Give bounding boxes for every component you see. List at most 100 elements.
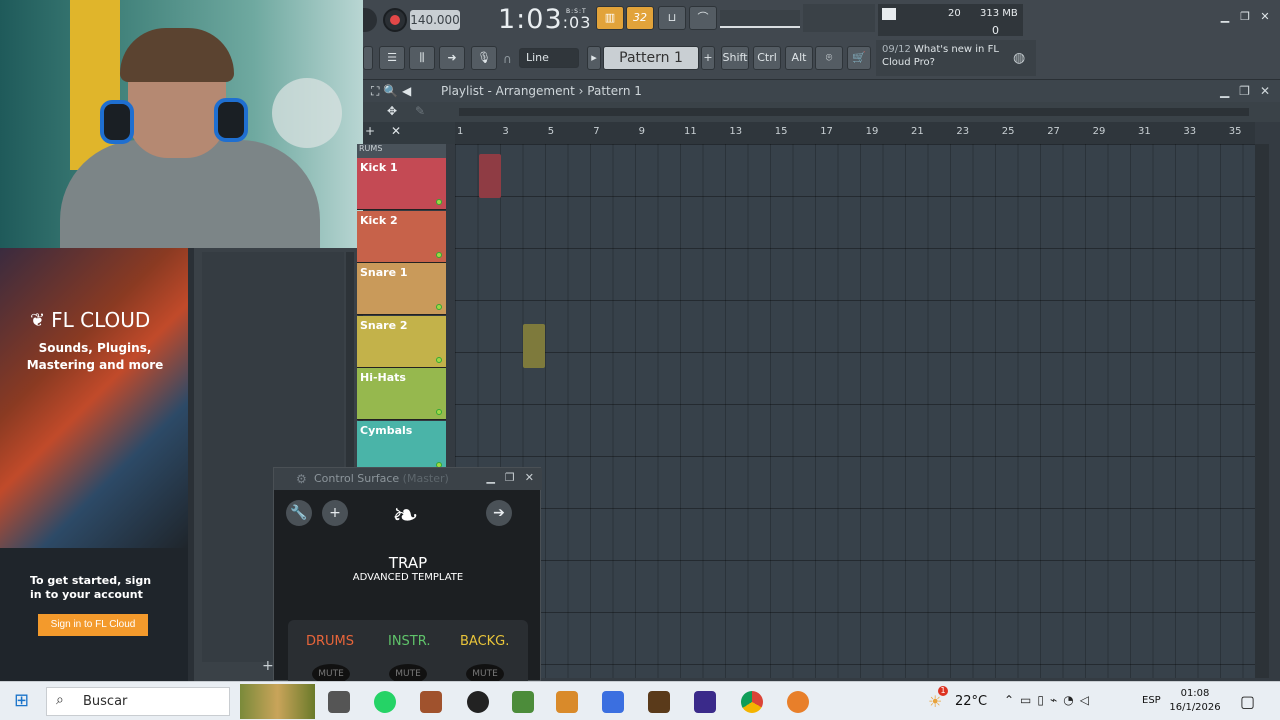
pattern-add-button[interactable]: +: [701, 46, 715, 70]
microphone-icon[interactable]: 🎙: [471, 46, 497, 70]
windows-start-icon[interactable]: ⊞: [14, 690, 29, 711]
pattern-picker-icon[interactable]: [363, 46, 373, 70]
temperature: 22°C: [955, 694, 988, 709]
sign-in-button[interactable]: Sign in to FL Cloud: [38, 614, 148, 636]
plugin-picker-icon[interactable]: ⌾: [815, 46, 843, 70]
countdown-icon[interactable]: ⌒: [689, 6, 717, 30]
ruler-tick: 29: [1092, 126, 1106, 137]
globe-icon[interactable]: ◍: [1013, 50, 1025, 66]
ruler-tick: 31: [1138, 126, 1151, 137]
cs-restore-icon[interactable]: ❐: [505, 471, 515, 484]
clock-date: 16/1/2026: [1169, 702, 1221, 713]
whatsapp-icon[interactable]: [374, 691, 396, 713]
media-icon[interactable]: [694, 691, 716, 713]
step-count-button[interactable]: 32: [626, 6, 654, 30]
ruler-tick: 35: [1228, 126, 1242, 137]
ruler-tick: 11: [684, 126, 697, 137]
track-header[interactable]: Cymbals: [357, 420, 446, 473]
delete-track-icon[interactable]: ✕: [391, 124, 401, 138]
track-led-icon[interactable]: [436, 251, 442, 258]
master-volume-slider[interactable]: [720, 10, 800, 28]
add-track-icon[interactable]: +: [365, 124, 375, 138]
view-icons[interactable]: ⛶ 🔍 ◀︎: [371, 80, 411, 102]
track-header[interactable]: Kick 2: [357, 210, 446, 263]
shift-key-button[interactable]: Shift: [721, 46, 749, 70]
clock-time: 01:08: [1180, 688, 1210, 699]
pattern-select[interactable]: Pattern 1: [603, 46, 699, 70]
alt-key-button[interactable]: Alt: [785, 46, 813, 70]
magnet-icon[interactable]: ∩: [503, 52, 512, 66]
notification-icon[interactable]: ▢: [1240, 692, 1255, 711]
arrow-out-icon[interactable]: ➔: [486, 500, 512, 526]
tempo-display[interactable]: 140.000: [410, 10, 460, 30]
gear-icon[interactable]: ⚙: [296, 472, 307, 486]
arrow-icon[interactable]: ➜: [439, 46, 465, 70]
metronome-button[interactable]: ▥: [596, 6, 624, 30]
track-led-icon[interactable]: [436, 409, 442, 415]
master-pitch-slider[interactable]: [803, 4, 875, 32]
track-header[interactable]: Snare 1: [357, 263, 446, 315]
language[interactable]: ESP: [1142, 695, 1161, 706]
app-blue-icon[interactable]: [602, 691, 624, 713]
playlist-restore-icon[interactable]: ❐: [1239, 80, 1250, 102]
track-header[interactable]: Kick 1: [357, 158, 446, 210]
background-fan: [272, 78, 342, 148]
person-hair: [120, 28, 234, 82]
channel-rack-icon[interactable]: ☰: [379, 46, 405, 70]
snap-select[interactable]: Line: [519, 48, 579, 68]
tool-paint-icon[interactable]: ✎: [415, 104, 425, 118]
pattern-clip[interactable]: [479, 154, 501, 198]
minimize-icon[interactable]: ▁: [1218, 10, 1232, 24]
fl-cloud-panel: ❦ FL CLOUD Sounds, Plugins, Mastering an…: [0, 248, 188, 681]
playlist-close-icon[interactable]: ✕: [1260, 80, 1270, 102]
app-icon[interactable]: [420, 691, 442, 713]
restore-icon[interactable]: ❐: [1238, 10, 1252, 24]
game-icon[interactable]: [556, 691, 578, 713]
wrench-icon[interactable]: 🔧: [286, 500, 312, 526]
timeline-ruler[interactable]: 1 3 5 7 9 11 13 15 17 19 21 23 25 27 29 31 33 35: [455, 122, 1255, 144]
playlist-minimize-icon[interactable]: ▁: [1220, 80, 1229, 102]
fl-studio-icon[interactable]: [787, 691, 809, 713]
window-controls: ▁ ❐ ✕: [1218, 10, 1272, 24]
track-label: Snare 1: [360, 266, 408, 279]
close-icon[interactable]: ✕: [1258, 10, 1272, 24]
playlist-title-bar[interactable]: ⛶ 🔍 ◀︎ Playlist - Arrangement › Pattern …: [363, 80, 1280, 102]
mixer-icon[interactable]: ⫼: [409, 46, 435, 70]
memory-value: 313 MB: [980, 8, 1018, 19]
track-header[interactable]: Snare 2: [357, 315, 446, 368]
transport-stop-button[interactable]: [363, 8, 377, 32]
search-input[interactable]: Buscar: [46, 687, 230, 716]
song-position: 1:03:03 B:S:T: [498, 4, 591, 35]
track-header[interactable]: Hi-Hats: [357, 368, 446, 420]
time-main: 1:03: [498, 4, 563, 35]
record-button[interactable]: [383, 8, 407, 32]
pattern-prev-button[interactable]: ▸: [587, 46, 601, 70]
plus-icon[interactable]: +: [322, 500, 348, 526]
ruler-tick: 25: [1001, 126, 1015, 137]
horizontal-scrollbar[interactable]: [459, 108, 1249, 116]
vertical-scrollbar[interactable]: [1255, 144, 1269, 678]
fnaf-icon[interactable]: [648, 691, 670, 713]
arrangement-grid[interactable]: [455, 144, 1255, 678]
cs-close-icon[interactable]: ✕: [525, 471, 534, 484]
news-panel[interactable]: 09/12 What's new in FL Cloud Pro?: [876, 40, 1036, 76]
ruler-tick: 17: [820, 126, 833, 137]
pattern-clip[interactable]: [523, 324, 545, 368]
track-label: Cymbals: [360, 423, 413, 437]
obs-icon[interactable]: [467, 691, 489, 713]
track-header-tools: + ✕: [363, 122, 455, 144]
add-icon[interactable]: +: [262, 658, 274, 674]
system-tray-icons[interactable]: ⌃▭▯⌁◔◁: [1004, 693, 1095, 707]
minecraft-icon[interactable]: [512, 691, 534, 713]
cart-icon[interactable]: 🛒: [847, 46, 871, 70]
tool-draw-icon[interactable]: ✥: [387, 104, 397, 118]
wait-button[interactable]: ⊔: [658, 6, 686, 30]
track-led-icon[interactable]: [436, 356, 442, 363]
cs-minimize-icon[interactable]: ▁: [486, 471, 494, 484]
track-led-icon[interactable]: [436, 199, 442, 205]
chrome-icon[interactable]: [741, 691, 763, 713]
clock[interactable]: 01:08 16/1/2026: [1165, 687, 1225, 715]
task-view-icon[interactable]: [328, 691, 350, 713]
track-led-icon[interactable]: [436, 304, 442, 310]
ctrl-key-button[interactable]: Ctrl: [753, 46, 781, 70]
